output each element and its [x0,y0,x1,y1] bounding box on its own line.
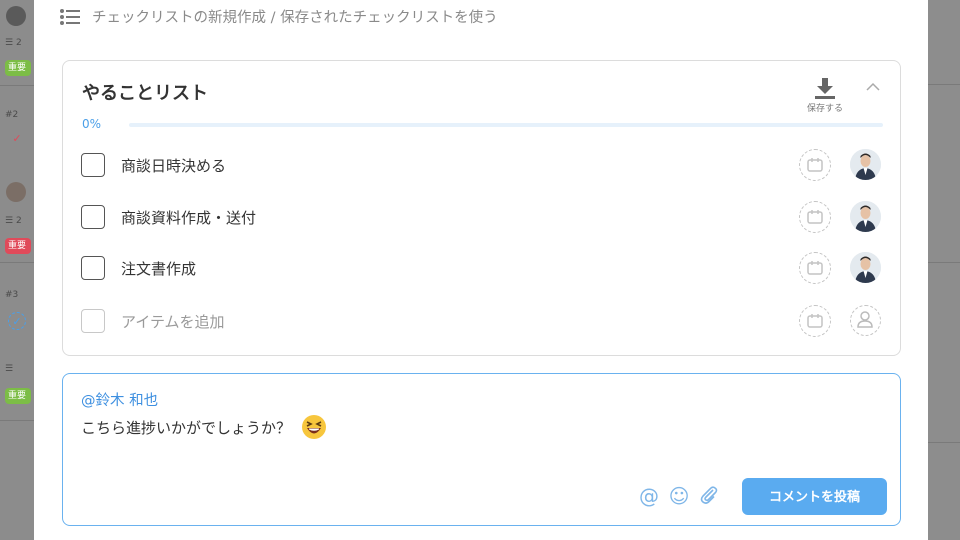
due-date-button[interactable] [799,305,831,337]
checklist-card: やることリスト 保存する 0% 商談日時決める 商談資料作成・送付 注文書作成 … [62,60,901,356]
checklist-count: ☰ 2 [5,38,22,48]
assignee-avatar[interactable] [850,252,881,283]
download-icon [815,78,835,99]
card-number: #2 [5,110,19,120]
mention-button[interactable]: @ [637,484,661,508]
save-label: 保存する [806,104,843,114]
calendar-icon [807,210,823,224]
emoji-button[interactable]: ☺ [667,484,691,508]
collapse-button[interactable] [863,77,883,97]
item-label[interactable]: 商談資料作成・送付 [121,207,256,228]
progress-percent: 0% [82,117,102,131]
checklist-create-link[interactable]: チェックリストの新規作成 / 保存されたチェックリストを使う [60,6,498,26]
item-label[interactable]: 商談日時決める [121,155,226,176]
checklist-item: 商談日時決める [81,149,881,181]
person-avatar-icon [850,149,881,180]
due-date-button[interactable] [799,149,831,181]
progress-bar [129,123,883,127]
check-icon: ✓ [12,132,22,145]
comment-tools: @ ☺ [637,484,727,508]
laughing-emoji [302,415,327,439]
calendar-icon [807,314,823,328]
background-board-right [928,0,960,540]
mention-tag[interactable]: @鈴木 和也 [81,389,158,410]
assignee-avatar[interactable] [850,149,881,180]
item-checkbox[interactable] [81,153,105,177]
person-avatar-icon [850,201,881,232]
card-number: #3 [5,290,19,300]
comment-body: こちら進捗いかがでしょうか？ [81,418,292,437]
divider [0,85,34,86]
checklist-count: ☰ 2 [5,216,22,226]
priority-tag: 重要 [5,388,31,404]
item-checkbox[interactable] [81,256,105,280]
add-item-row: アイテムを追加 [81,305,881,337]
assignee-avatar[interactable] [850,201,881,232]
avatar [6,6,26,26]
comment-text: こちら進捗いかがでしょうか？ [81,414,327,440]
due-date-button[interactable] [799,201,831,233]
priority-tag: 重要 [5,238,31,254]
post-comment-button[interactable]: コメントを投稿 [742,478,887,515]
item-label[interactable]: 注文書作成 [121,258,196,279]
save-checklist-button[interactable]: 保存する [803,77,847,114]
checklist-title[interactable]: やることリスト [82,79,208,105]
due-date-button[interactable] [799,252,831,284]
assign-user-button[interactable] [850,305,881,336]
list-icon [60,8,80,25]
paperclip-icon [700,486,718,504]
calendar-icon [807,261,823,275]
priority-tag: 重要 [5,60,31,76]
avatar [6,182,26,202]
comment-input[interactable]: @鈴木 和也 こちら進捗いかがでしょうか？ @ ☺ コメントを投稿 [62,373,901,526]
checklist-icon: ☰ [5,364,14,374]
checklist-create-text: チェックリストの新規作成 / 保存されたチェックリストを使う [92,9,498,26]
calendar-icon [807,158,823,172]
item-checkbox[interactable] [81,205,105,229]
checklist-item: 商談資料作成・送付 [81,201,881,233]
checklist-item: 注文書作成 [81,252,881,284]
attach-button[interactable] [697,484,721,508]
person-avatar-icon [850,252,881,283]
add-item-input[interactable]: アイテムを追加 [121,311,225,332]
divider [0,420,34,421]
new-item-checkbox [81,309,105,333]
background-board-left: ☰ 2 重要 #2 ✓ ☰ 2 重要 #3 ✓ ☰ 重要 [0,0,34,540]
chevron-up-icon [866,82,880,91]
check-icon: ✓ [8,312,26,330]
divider [0,262,34,263]
user-icon [857,311,873,328]
